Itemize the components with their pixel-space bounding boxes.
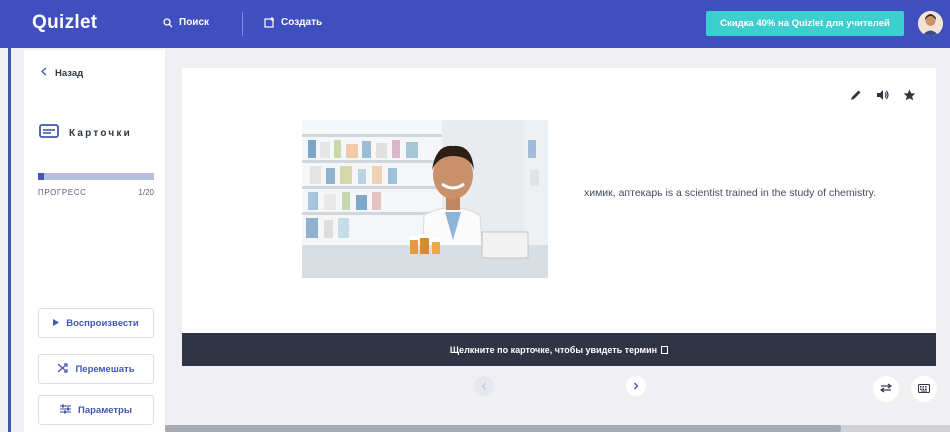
left-accent-line [8,48,11,432]
previous-card-button[interactable] [474,376,494,396]
study-mode-selector[interactable]: Карточки [39,124,132,143]
chevron-left-icon [40,67,47,79]
chevron-left-icon [481,377,487,395]
next-card-button[interactable] [626,376,646,396]
card-definition: химик, аптекарь is a scientist trained i… [583,187,877,199]
swap-sides-button[interactable] [873,376,899,402]
flashcard[interactable]: химик, аптекарь is a scientist trained i… [182,68,936,333]
progress-bar-fill [38,173,44,180]
speaker-icon[interactable] [876,88,889,106]
checkbox-glyph-icon [661,345,669,354]
play-icon [53,318,60,329]
avatar[interactable] [918,11,943,36]
swap-arrows-icon [879,380,893,398]
top-navigation-bar: Quizlet Поиск Создать Скидка 40% на Quiz… [0,0,950,48]
progress-count: 1/20 [138,188,154,197]
play-label: Воспроизвести [66,317,139,329]
back-label: Назад [55,67,84,79]
progress-bar [38,173,154,180]
options-button[interactable]: Параметры [38,395,154,425]
scrollbar-thumb[interactable] [165,425,841,432]
flashcards-icon [39,124,59,143]
keyboard-icon [918,380,930,398]
sidebar: Назад Карточки ПРОГРЕСС 1/20 Воспроизвес… [24,50,165,432]
star-icon[interactable] [903,88,916,106]
horizontal-scrollbar[interactable] [165,425,950,432]
nav-divider [242,12,243,36]
search-label: Поиск [179,17,210,28]
mode-label: Карточки [69,128,132,139]
chevron-right-icon [633,377,639,395]
shuffle-icon [57,362,69,376]
settings-sliders-icon [60,404,72,417]
shuffle-button[interactable]: Перемешать [38,354,154,384]
options-label: Параметры [78,404,132,416]
create-icon [264,17,275,28]
search-icon [163,17,173,28]
card-image-pharmacist [302,120,548,278]
pencil-icon[interactable] [850,88,862,106]
quizlet-logo[interactable]: Quizlet [32,12,97,34]
flip-hint-bar[interactable]: Щелкните по карточке, чтобы увидеть терм… [182,333,936,366]
back-button[interactable]: Назад [40,67,84,79]
search-button[interactable]: Поиск [163,17,209,28]
play-button[interactable]: Воспроизвести [38,308,154,338]
teacher-discount-button[interactable]: Скидка 40% на Quizlet для учителей [706,11,904,36]
create-button[interactable]: Создать [264,17,322,28]
shuffle-label: Перемешать [75,363,135,375]
progress-label: ПРОГРЕСС [38,188,87,197]
create-label: Создать [281,17,323,28]
keyboard-shortcuts-button[interactable] [911,376,937,402]
card-toolbar [850,88,916,106]
hint-text: Щелкните по карточке, чтобы увидеть терм… [449,344,658,355]
